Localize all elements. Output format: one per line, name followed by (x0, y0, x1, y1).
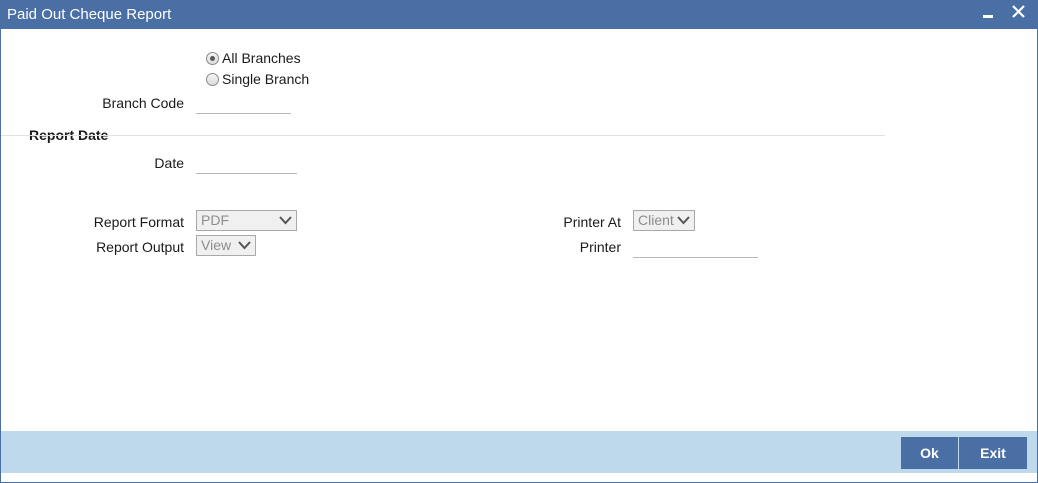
radio-button-unchecked[interactable] (206, 72, 219, 86)
report-form: All Branches Single Branch Branch Code R… (1, 29, 1037, 431)
branch-code-label: Branch Code (102, 95, 184, 111)
report-format-value: PDF (201, 212, 229, 228)
exit-button[interactable]: Exit (959, 437, 1027, 469)
window-title: Paid Out Cheque Report (7, 6, 172, 23)
report-output-select[interactable]: View (196, 235, 256, 256)
date-label: Date (154, 155, 184, 171)
minimize-button[interactable] (977, 3, 999, 25)
radio-all-branches[interactable]: All Branches (206, 50, 301, 66)
radio-label-single-branch: Single Branch (222, 71, 310, 87)
report-output-value: View (201, 237, 232, 253)
radio-label-all-branches: All Branches (222, 50, 301, 66)
chevron-down-icon (279, 216, 292, 225)
printer-at-select[interactable]: Client (633, 210, 695, 231)
report-format-label: Report Format (93, 214, 184, 230)
title-bar: Paid Out Cheque Report (1, 1, 1037, 29)
footer-bar: Ok Exit (1, 431, 1037, 473)
chevron-down-icon (238, 241, 251, 250)
report-window: Paid Out Cheque Report All Branches Sing… (0, 0, 1038, 483)
close-icon (1012, 5, 1025, 18)
printer-at-value: Client (638, 212, 674, 228)
ok-button[interactable]: Ok (901, 437, 958, 469)
chevron-down-icon (677, 216, 690, 225)
date-input[interactable] (196, 156, 297, 174)
branch-code-input[interactable] (196, 96, 291, 114)
report-format-select[interactable]: PDF (196, 210, 297, 231)
printer-label: Printer (579, 239, 621, 255)
report-output-label: Report Output (96, 239, 184, 255)
close-button[interactable] (1007, 1, 1031, 25)
minimize-icon (983, 15, 993, 18)
printer-input[interactable] (633, 240, 758, 258)
printer-at-label: Printer At (563, 214, 621, 230)
radio-single-branch[interactable]: Single Branch (206, 71, 309, 87)
section-divider (1, 135, 885, 136)
radio-button-checked[interactable] (206, 51, 219, 65)
